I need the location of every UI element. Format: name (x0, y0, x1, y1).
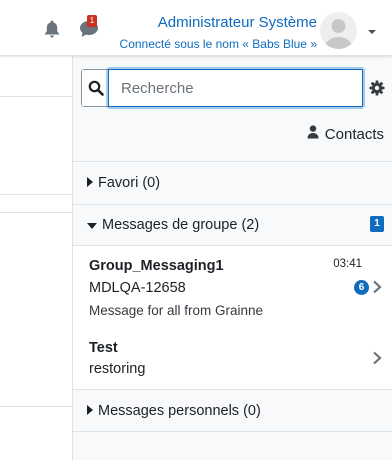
conversation-item[interactable]: Group_Messaging1 03:41 MDLQA-12658 6 Mes… (73, 246, 392, 326)
message-drawer: Contacts Favori (0) Messages de groupe (… (72, 56, 392, 460)
caret-right-icon (87, 403, 93, 419)
section-favourites-label: Favori (0) (98, 175, 161, 191)
conversation-item[interactable]: Test restoring (73, 330, 392, 390)
chevron-right-icon (371, 280, 383, 294)
top-navbar: 1 Administrateur Système Connecté sous l… (0, 0, 392, 56)
section-private-label: Messages personnels (0) (98, 403, 261, 419)
user-menu-caret-down-icon[interactable] (366, 24, 378, 34)
conversation-title: Test (89, 340, 118, 356)
search-input[interactable] (108, 69, 363, 107)
conversation-last-message: Message for all from Grainne (89, 303, 264, 318)
section-divider (73, 161, 392, 162)
user-name-link[interactable]: Administrateur Système (158, 14, 317, 31)
section-favourites-toggle[interactable]: Favori (0) (73, 163, 392, 203)
login-info-link[interactable]: Connecté sous le nom « Babs Blue » (120, 37, 317, 51)
search-icon[interactable] (82, 70, 110, 106)
search-group (81, 69, 363, 107)
divider (0, 212, 72, 213)
conversation-time: 03:41 (333, 258, 362, 270)
user-avatar-icon[interactable] (320, 12, 357, 49)
section-divider (73, 431, 392, 432)
group-unread-badge: 1 (370, 216, 384, 232)
messages-count-badge: 1 (87, 15, 97, 27)
caret-right-icon (87, 175, 93, 191)
conversation-title: Group_Messaging1 (89, 258, 224, 274)
notifications-bell-icon[interactable] (42, 18, 62, 40)
contacts-label: Contacts (324, 125, 384, 143)
conversation-subtitle: restoring (89, 361, 146, 377)
unread-count-badge: 6 (354, 280, 369, 295)
divider (0, 406, 72, 407)
divider (0, 194, 72, 195)
chevron-right-icon (371, 351, 383, 365)
section-group-label: Messages de groupe (2) (102, 217, 260, 233)
section-private-toggle[interactable]: Messages personnels (0) (73, 391, 392, 431)
conversation-subtitle: MDLQA-12658 (89, 280, 186, 296)
divider (0, 96, 72, 97)
settings-gear-icon[interactable] (369, 80, 385, 96)
section-group-toggle[interactable]: Messages de groupe (2) 1 (73, 205, 392, 245)
conversation-list: Group_Messaging1 03:41 MDLQA-12658 6 Mes… (73, 245, 392, 390)
page-background (0, 56, 72, 460)
contacts-link[interactable]: Contacts (307, 125, 384, 143)
user-icon (307, 125, 319, 143)
caret-down-icon (87, 217, 97, 233)
